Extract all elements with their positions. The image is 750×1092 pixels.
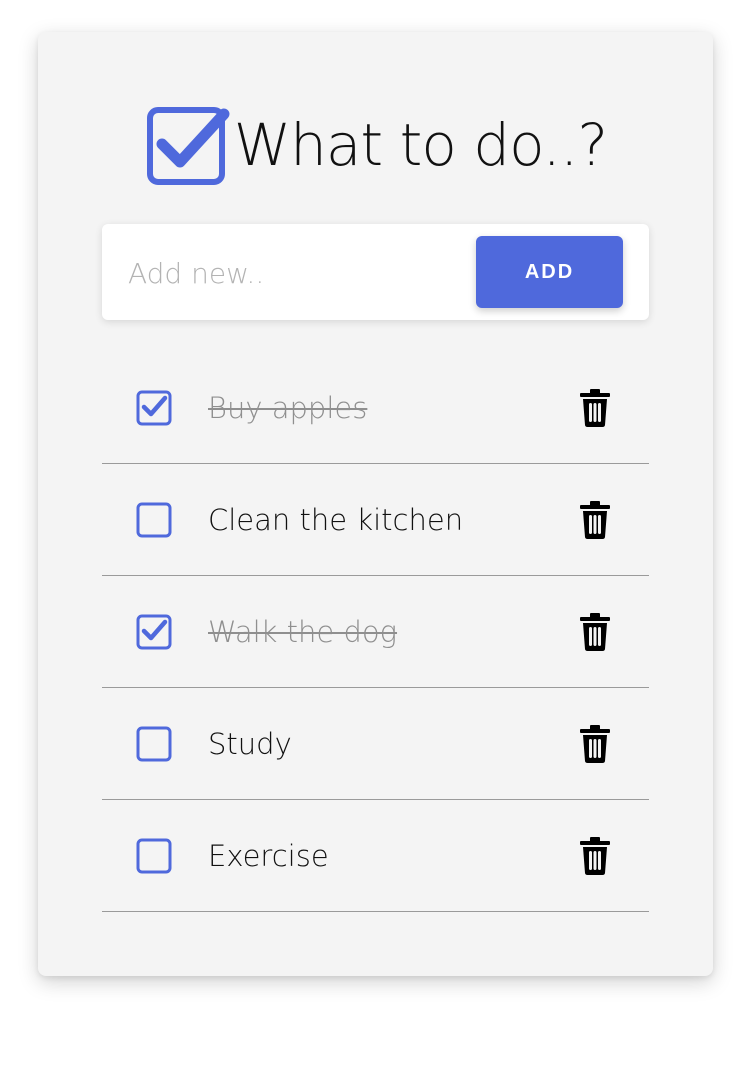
todo-text: Study [208,727,292,761]
checkbox-icon[interactable] [136,726,172,762]
trash-icon[interactable] [578,500,612,540]
checkbox-icon[interactable] [136,390,172,426]
new-todo-input[interactable] [126,248,460,298]
todo-item: Clean the kitchen [102,464,649,576]
trash-icon[interactable] [578,836,612,876]
checkbox-icon[interactable] [136,502,172,538]
add-todo-bar: ADD [102,224,649,320]
trash-icon[interactable] [578,388,612,428]
todo-item: Exercise [102,800,649,912]
checkbox-checked-icon [146,107,230,185]
checkbox-icon[interactable] [136,838,172,874]
todo-text: Walk the dog [208,615,398,649]
app-header: What to do..? [38,100,713,190]
todo-list: Buy apples Clean the kitchen Walk the do… [102,352,649,912]
page-title: What to do..? [233,111,608,179]
todo-card: What to do..? ADD Buy apples Clean the k… [38,32,713,976]
checkbox-icon[interactable] [136,614,172,650]
trash-icon[interactable] [578,724,612,764]
todo-item: Study [102,688,649,800]
todo-text: Clean the kitchen [208,503,464,537]
todo-text: Buy apples [208,391,368,425]
trash-icon[interactable] [578,612,612,652]
add-button[interactable]: ADD [476,236,623,308]
todo-item: Buy apples [102,352,649,464]
todo-item: Walk the dog [102,576,649,688]
todo-text: Exercise [208,839,329,873]
